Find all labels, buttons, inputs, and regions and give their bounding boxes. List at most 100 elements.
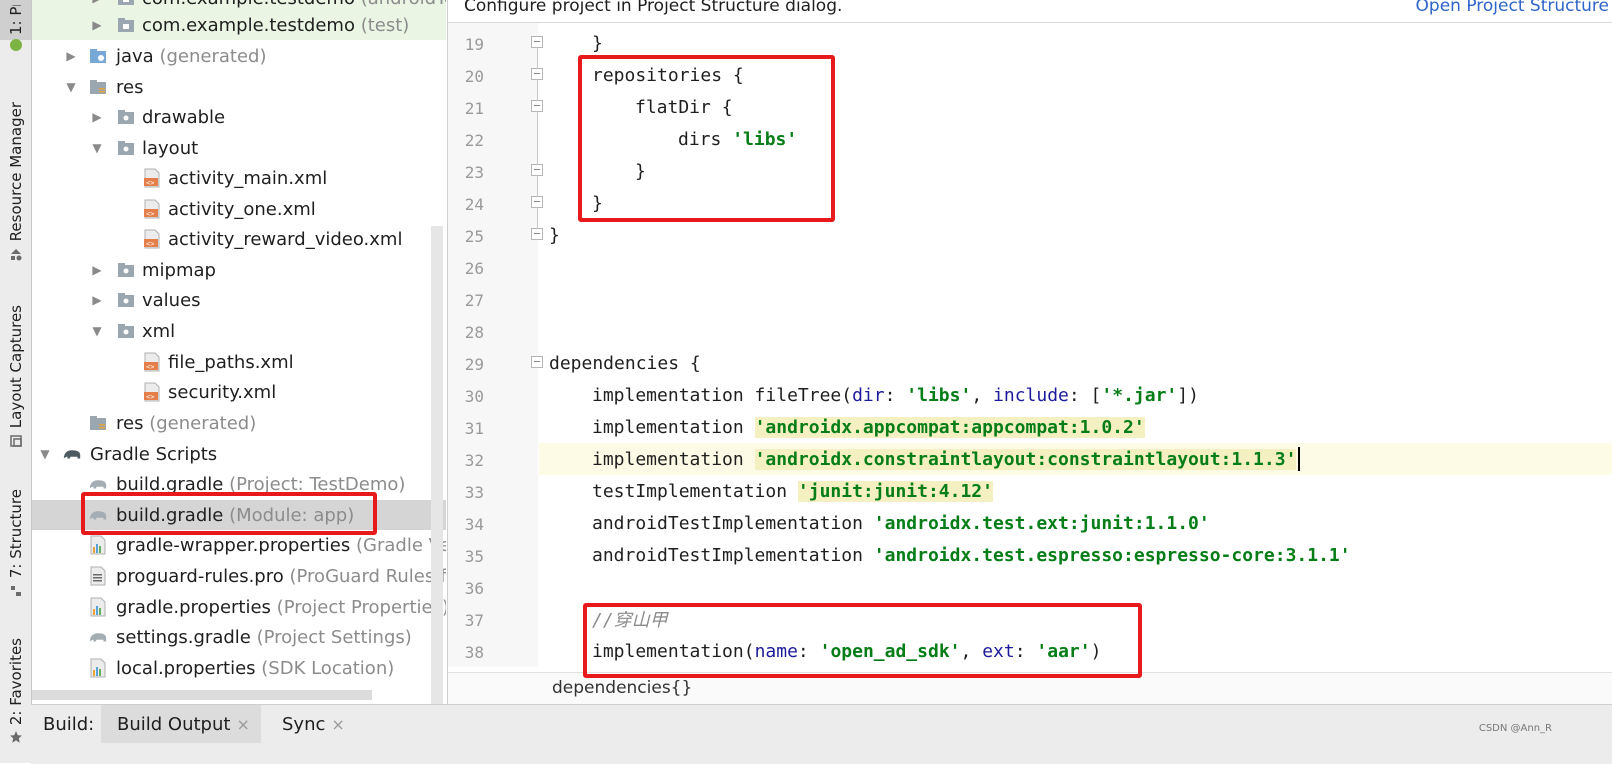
close-icon[interactable]: × <box>236 715 249 734</box>
line-number: 25 <box>464 227 484 246</box>
tree-row[interactable]: ▶ java (generated) <box>32 41 446 71</box>
tree-item-hint: (generated) <box>149 412 257 434</box>
chevron-down-icon[interactable]: ▼ <box>38 447 52 461</box>
fold-marker-icon[interactable] <box>531 68 543 80</box>
build-label: Build: <box>43 714 95 735</box>
tab-layout-captures[interactable]: Layout Captures <box>0 302 31 432</box>
tree-row[interactable]: settings.gradle (Project Settings) <box>32 622 446 652</box>
gradle-elephant-icon <box>62 444 82 464</box>
tree-row[interactable]: ▶ values <box>32 285 446 315</box>
project-tree: ▶ com.example.testdemo (androidTest) ▶ c… <box>32 0 446 704</box>
tree-item-hint: (SDK Location) <box>261 657 395 679</box>
tree-horizontal-scrollbar[interactable] <box>32 690 372 700</box>
tree-row[interactable]: local.properties (SDK Location) <box>32 653 446 683</box>
fold-marker-icon[interactable] <box>531 36 543 48</box>
layout-captures-icon <box>0 432 31 450</box>
text-caret <box>1298 447 1301 471</box>
svg-text:<>: <> <box>146 363 154 371</box>
chevron-down-icon[interactable]: ▼ <box>90 324 104 338</box>
tree-row[interactable]: ▼ xml <box>32 316 446 346</box>
fold-marker-icon[interactable] <box>531 228 543 240</box>
tab-build-output[interactable]: Build Output × <box>117 714 250 735</box>
xml-file-icon: <> <box>142 199 162 219</box>
properties-file-icon <box>88 597 108 617</box>
tree-row[interactable]: ▼ res <box>32 72 446 102</box>
text-file-icon <box>88 566 108 586</box>
fold-marker-icon[interactable] <box>531 356 543 368</box>
tree-row[interactable]: ▶ com.example.testdemo (test) <box>32 10 446 40</box>
chevron-down-icon[interactable]: ▼ <box>90 141 104 155</box>
chevron-right-icon[interactable]: ▶ <box>64 49 78 63</box>
notification-bar: Configure project in Project Structure d… <box>448 0 1612 23</box>
svg-text:<>: <> <box>146 393 154 401</box>
chevron-down-icon[interactable]: ▼ <box>64 80 78 94</box>
folder-icon <box>116 321 136 341</box>
tab-project-label: 1: Project <box>7 5 25 35</box>
line-number: 19 <box>464 35 484 54</box>
tree-row[interactable]: proguard-rules.pro (ProGuard Rules for a… <box>32 561 446 591</box>
chevron-right-icon[interactable]: ▶ <box>90 0 104 5</box>
tree-item-hint: (androidTest) <box>361 0 446 9</box>
svg-text:<>: <> <box>146 210 154 218</box>
properties-file-icon <box>88 535 108 555</box>
tab-favorites[interactable]: 2: Favorites <box>0 634 31 730</box>
android-icon <box>0 36 31 54</box>
tree-row[interactable]: ▼ layout <box>32 133 446 163</box>
line-number: 20 <box>464 67 484 86</box>
open-project-structure-link[interactable]: Open Project Structure <box>1416 0 1609 16</box>
tree-item-label: java <box>116 45 154 67</box>
generated-java-folder-icon <box>88 46 108 66</box>
tab-project[interactable]: 1: Project <box>0 0 31 40</box>
fold-marker-icon[interactable] <box>531 164 543 176</box>
notification-text: Configure project in Project Structure d… <box>464 0 843 16</box>
tree-item-label: activity_reward_video.xml <box>168 228 403 250</box>
star-icon <box>0 728 31 746</box>
line-number: 35 <box>464 547 484 566</box>
code-line: testImplementation 'junit:junit:4.12' <box>592 480 993 502</box>
folder-icon <box>116 260 136 280</box>
tree-row[interactable]: ▶ mipmap <box>32 255 446 285</box>
watermark: CSDN @Ann_R <box>1478 723 1552 734</box>
line-number: 22 <box>464 131 484 150</box>
folder-icon <box>116 290 136 310</box>
tree-item-hint: (ProGuard Rules for app) <box>289 565 446 587</box>
line-number: 30 <box>464 387 484 406</box>
tree-item-label: com.example.testdemo <box>142 14 355 36</box>
res-folder-icon <box>88 77 108 97</box>
resource-manager-icon <box>0 246 31 264</box>
line-number: 37 <box>464 611 484 630</box>
fold-marker-icon[interactable] <box>531 196 543 208</box>
tree-item-label: local.properties <box>116 657 256 679</box>
tree-row[interactable]: <> security.xml <box>32 377 446 407</box>
folder-icon <box>116 107 136 127</box>
tab-resource-manager[interactable]: Resource Manager <box>0 98 31 246</box>
tree-item-label: drawable <box>142 106 226 128</box>
line-number: 32 <box>464 451 484 470</box>
tree-item-label: mipmap <box>142 259 216 281</box>
line-number: 27 <box>464 291 484 310</box>
properties-file-icon <box>88 658 108 678</box>
tree-row[interactable]: ▶ drawable <box>32 102 446 132</box>
tab-sync[interactable]: Sync × <box>282 714 345 735</box>
package-folder-icon <box>116 15 136 35</box>
structure-icon <box>0 582 31 600</box>
chevron-right-icon[interactable]: ▶ <box>90 293 104 307</box>
tree-row[interactable]: res (generated) <box>32 408 446 438</box>
close-icon[interactable]: × <box>331 715 344 734</box>
tree-row[interactable]: <> file_paths.xml <box>32 347 446 377</box>
tree-row[interactable]: <> activity_main.xml <box>32 163 446 193</box>
tree-row[interactable]: ▼ Gradle Scripts <box>32 439 446 469</box>
tree-row[interactable]: <> activity_reward_video.xml <box>32 224 446 254</box>
tree-row[interactable]: <> activity_one.xml <box>32 194 446 224</box>
breadcrumb-item[interactable]: dependencies{} <box>552 678 692 698</box>
chevron-right-icon[interactable]: ▶ <box>90 263 104 277</box>
gradle-elephant-icon <box>88 627 108 647</box>
tree-vertical-scrollbar[interactable] <box>431 226 443 704</box>
fold-marker-icon[interactable] <box>531 100 543 112</box>
tree-row[interactable]: gradle.properties (Project Properties) <box>32 592 446 622</box>
tab-structure[interactable]: 7: Structure <box>0 486 31 582</box>
chevron-right-icon[interactable]: ▶ <box>90 110 104 124</box>
tree-item-label: layout <box>142 137 199 159</box>
tree-item-label: activity_main.xml <box>168 167 328 189</box>
chevron-right-icon[interactable]: ▶ <box>90 18 104 32</box>
